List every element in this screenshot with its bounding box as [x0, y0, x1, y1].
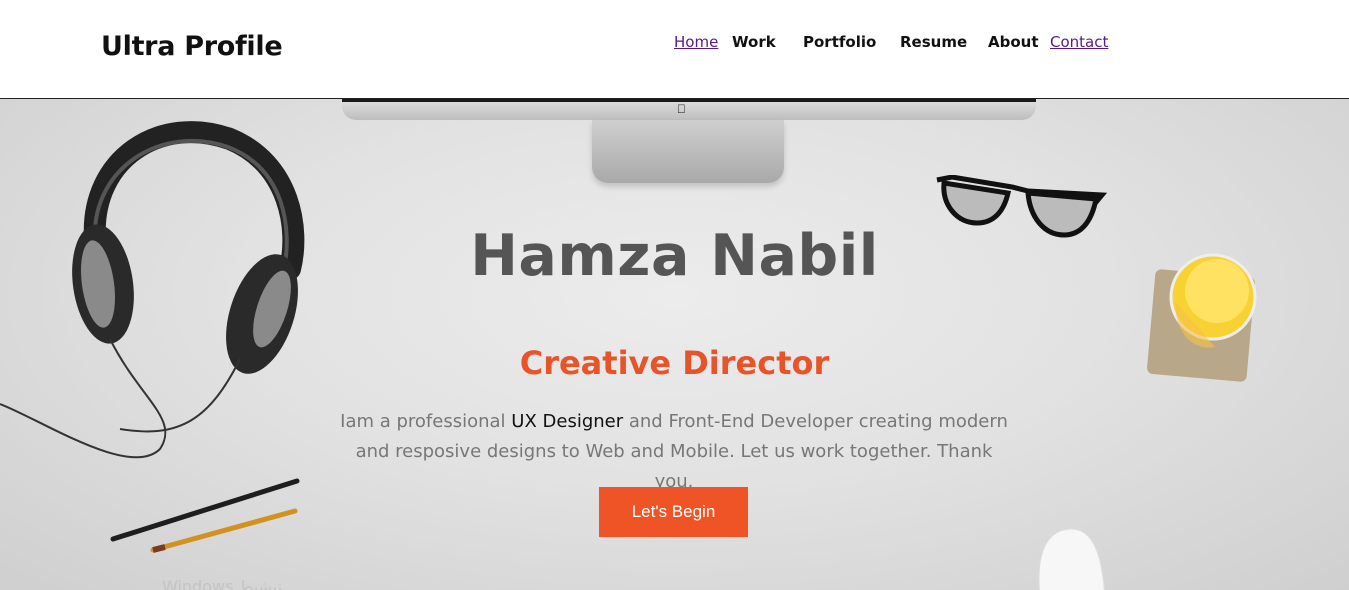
headphones-image	[0, 121, 305, 459]
hero-description-pre: Iam a professional	[340, 411, 512, 432]
apple-logo-icon: 	[677, 102, 686, 116]
nav-contact-link[interactable]: Contact	[1050, 33, 1108, 51]
hero-description-highlight: UX Designer	[511, 411, 624, 432]
lets-begin-button[interactable]: Let's Begin	[599, 487, 748, 537]
nav-portfolio-link[interactable]: Portfolio	[803, 33, 876, 51]
hero-role: Creative Director	[519, 344, 830, 382]
hero-description: Iam a professional UX Designer and Front…	[334, 407, 1014, 497]
nav-resume-link[interactable]: Resume	[900, 33, 967, 51]
nav-work-link[interactable]: Work	[732, 33, 776, 51]
hero-section:  Hamza Nabil Creative Director Iam a pr	[0, 99, 1349, 590]
nav-about-link[interactable]: About	[988, 33, 1039, 51]
pencils-image	[110, 478, 300, 553]
site-header: Ultra Profile Home Work Portfolio Resume…	[0, 0, 1349, 99]
monitor-image	[342, 99, 1036, 120]
brand-logo[interactable]: Ultra Profile	[101, 31, 283, 62]
hero-name: Hamza Nabil	[470, 223, 879, 289]
windows-activation-watermark: Windows تنشيط	[162, 577, 283, 590]
nav-home-link[interactable]: Home	[674, 33, 718, 51]
mouse-image	[1038, 528, 1105, 590]
monitor-stand-image	[592, 120, 784, 183]
